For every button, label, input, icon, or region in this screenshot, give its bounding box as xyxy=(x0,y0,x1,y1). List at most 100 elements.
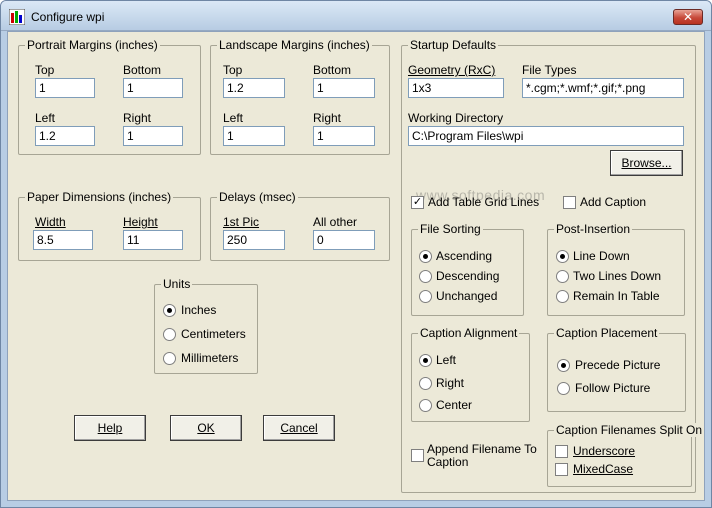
place-follow-label[interactable]: Follow Picture xyxy=(575,381,650,395)
landscape-left-input[interactable]: 1 xyxy=(223,126,285,146)
paper-height-label: Height xyxy=(123,215,158,229)
landscape-top-input[interactable]: 1.2 xyxy=(223,78,285,98)
align-right-label[interactable]: Right xyxy=(436,376,464,390)
delays-other-label: All other xyxy=(313,215,358,229)
landscape-left-label: Left xyxy=(223,111,244,125)
geometry-label-text: Geometry (RxC) xyxy=(408,63,496,77)
file-sorting-title: File Sorting xyxy=(418,222,483,236)
help-button[interactable]: Help xyxy=(74,415,146,441)
title-bar[interactable]: Configure wpi ✕ xyxy=(1,1,711,31)
app-icon xyxy=(9,9,25,25)
workdir-input[interactable]: C:\Program Files\wpi xyxy=(408,126,684,146)
paper-width-label-text: Width xyxy=(35,215,66,229)
portrait-top-label: Top xyxy=(35,63,55,77)
cancel-button[interactable]: Cancel xyxy=(263,415,335,441)
post-two-lines-label[interactable]: Two Lines Down xyxy=(573,269,661,283)
portrait-bottom-input[interactable]: 1 xyxy=(123,78,183,98)
caption-placement-title: Caption Placement xyxy=(554,326,660,340)
post-remain-radio[interactable] xyxy=(556,290,569,303)
paper-width-input[interactable]: 8.5 xyxy=(33,230,93,250)
delays-title: Delays (msec) xyxy=(217,190,298,204)
post-remain-label[interactable]: Remain In Table xyxy=(573,289,660,303)
append-filename-label-line2[interactable]: Caption xyxy=(427,455,468,469)
landscape-top-label: Top xyxy=(223,63,243,77)
caption-alignment-group: Caption Alignment Left Right Center xyxy=(411,326,530,422)
underscore-label[interactable]: Underscore xyxy=(573,444,635,458)
help-button-label: Help xyxy=(97,421,123,435)
units-inches-label[interactable]: Inches xyxy=(181,303,216,317)
startup-defaults-group: Startup Defaults Geometry (RxC) 1x3 File… xyxy=(401,38,705,493)
landscape-bottom-label: Bottom xyxy=(313,63,352,77)
place-precede-radio[interactable] xyxy=(557,359,570,372)
align-left-label[interactable]: Left xyxy=(436,353,456,367)
units-centimeters-radio[interactable] xyxy=(163,328,176,341)
units-millimeters-label[interactable]: Millimeters xyxy=(181,351,238,365)
add-caption-checkbox[interactable] xyxy=(563,196,576,209)
landscape-right-input[interactable]: 1 xyxy=(313,126,375,146)
units-group: Units Inches Centimeters Millimeters xyxy=(154,277,258,374)
split-on-title: Caption Filenames Split On xyxy=(554,423,705,437)
delays-other-input[interactable]: 0 xyxy=(313,230,375,250)
delays-first-input[interactable]: 250 xyxy=(223,230,285,250)
delays-first-label: 1st Pic xyxy=(223,215,259,229)
window-title: Configure wpi xyxy=(31,10,105,24)
units-inches-radio[interactable] xyxy=(163,304,176,317)
landscape-bottom-input[interactable]: 1 xyxy=(313,78,375,98)
paper-height-input[interactable]: 11 xyxy=(123,230,183,250)
landscape-right-label: Right xyxy=(313,111,342,125)
units-millimeters-radio[interactable] xyxy=(163,352,176,365)
geometry-input[interactable]: 1x3 xyxy=(408,78,504,98)
dialog-body: Portrait Margins (inches) Top 1 Bottom 1… xyxy=(7,31,705,501)
post-line-down-label[interactable]: Line Down xyxy=(573,249,630,263)
sort-descending-radio[interactable] xyxy=(419,270,432,283)
landscape-margins-title: Landscape Margins (inches) xyxy=(217,38,372,52)
mixedcase-label-text: MixedCase xyxy=(573,462,634,476)
sort-ascending-radio[interactable] xyxy=(419,250,432,263)
split-on-group: Caption Filenames Split On Underscore Mi… xyxy=(547,423,705,487)
paper-height-label-text: Height xyxy=(123,215,158,229)
cancel-button-label: Cancel xyxy=(280,421,318,435)
file-sorting-group: File Sorting Ascending Descending Unchan… xyxy=(411,222,524,316)
add-grid-checkbox[interactable]: ✓ xyxy=(411,196,424,209)
sort-unchanged-radio[interactable] xyxy=(419,290,432,303)
align-left-radio[interactable] xyxy=(419,354,432,367)
portrait-margins-title: Portrait Margins (inches) xyxy=(25,38,160,52)
configure-window: Configure wpi ✕ Portrait Margins (inches… xyxy=(0,0,712,508)
append-filename-checkbox[interactable] xyxy=(411,449,424,462)
underscore-checkbox[interactable] xyxy=(555,445,568,458)
sort-descending-label[interactable]: Descending xyxy=(436,269,499,283)
filetypes-input[interactable]: *.cgm;*.wmf;*.gif;*.png xyxy=(522,78,684,98)
add-grid-label[interactable]: Add Table Grid Lines xyxy=(428,195,539,209)
portrait-top-input[interactable]: 1 xyxy=(35,78,95,98)
units-centimeters-label[interactable]: Centimeters xyxy=(181,327,246,341)
portrait-margins-group: Portrait Margins (inches) Top 1 Bottom 1… xyxy=(18,38,201,155)
align-center-label[interactable]: Center xyxy=(436,398,472,412)
close-button[interactable]: ✕ xyxy=(673,9,703,25)
append-filename-label-line1[interactable]: Append Filename To xyxy=(427,442,537,456)
place-follow-radio[interactable] xyxy=(557,382,570,395)
place-precede-label[interactable]: Precede Picture xyxy=(575,358,660,372)
ok-button[interactable]: OK xyxy=(170,415,242,441)
browse-button[interactable]: Browse... xyxy=(610,150,683,176)
post-two-lines-radio[interactable] xyxy=(556,270,569,283)
portrait-left-input[interactable]: 1.2 xyxy=(35,126,95,146)
add-caption-label[interactable]: Add Caption xyxy=(580,195,646,209)
geometry-label: Geometry (RxC) xyxy=(408,63,495,77)
portrait-bottom-label: Bottom xyxy=(123,63,162,77)
sort-ascending-label[interactable]: Ascending xyxy=(436,249,492,263)
align-right-radio[interactable] xyxy=(419,377,432,390)
browse-button-label: Browse... xyxy=(621,156,672,170)
sort-unchanged-label[interactable]: Unchanged xyxy=(436,289,497,303)
align-center-radio[interactable] xyxy=(419,399,432,412)
mixedcase-checkbox[interactable] xyxy=(555,463,568,476)
portrait-right-input[interactable]: 1 xyxy=(123,126,183,146)
ok-button-label: OK xyxy=(197,421,215,435)
portrait-left-label: Left xyxy=(35,111,56,125)
post-line-down-radio[interactable] xyxy=(556,250,569,263)
paper-dimensions-title: Paper Dimensions (inches) xyxy=(25,190,174,204)
underscore-label-text: Underscore xyxy=(573,444,636,458)
landscape-margins-group: Landscape Margins (inches) Top 1.2 Botto… xyxy=(210,38,390,155)
paper-width-label: Width xyxy=(35,215,66,229)
paper-dimensions-group: Paper Dimensions (inches) Width 8.5 Heig… xyxy=(18,190,201,261)
mixedcase-label[interactable]: MixedCase xyxy=(573,462,633,476)
